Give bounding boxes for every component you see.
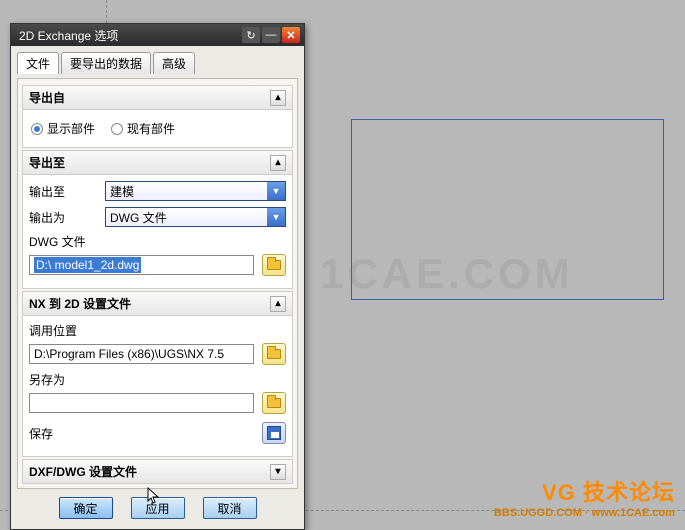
tab-file[interactable]: 文件 <box>17 52 59 74</box>
watermark: VG 技术论坛 BBS.UGGD.COM · www.1CAE.com <box>494 475 675 519</box>
output-as-select[interactable]: DWG 文件 ▼ <box>105 207 286 227</box>
folder-icon <box>267 349 281 359</box>
section-export-to-title: 导出至 <box>29 154 65 171</box>
tab-file-panel: 导出自 ▴ 显示部件 现有部件 导出至 ▴ <box>17 78 298 489</box>
output-to-select[interactable]: 建模 ▼ <box>105 181 286 201</box>
apply-button[interactable]: 应用 <box>131 497 185 519</box>
section-export-from-body: 显示部件 现有部件 <box>22 110 293 148</box>
chevron-up-icon[interactable]: ▴ <box>270 155 286 171</box>
chevron-down-icon[interactable]: ▾ <box>270 464 286 480</box>
section-nx2d-title: NX 到 2D 设置文件 <box>29 295 131 312</box>
section-export-from-header[interactable]: 导出自 ▴ <box>22 85 293 110</box>
saveas-label: 另存为 <box>29 373 65 387</box>
dialog-2d-exchange-options: 2D Exchange 选项 ↻ — ✕ 文件 要导出的数据 高级 导出自 ▴ … <box>10 23 305 530</box>
section-dxfdwg-title: DXF/DWG 设置文件 <box>29 463 137 480</box>
dialog-footer: 确定 应用 取消 <box>17 489 298 521</box>
section-nx2d-body: 调用位置 D:\Program Files (x86)\UGS\NX 7.5 另… <box>22 316 293 457</box>
dwg-file-value: D:\ model1_2d.dwg <box>34 257 141 273</box>
radio-show-part-label: 显示部件 <box>47 120 95 137</box>
output-as-label: 输出为 <box>29 209 101 226</box>
ok-button[interactable]: 确定 <box>59 497 113 519</box>
output-to-label: 输出至 <box>29 183 101 200</box>
output-to-value: 建模 <box>110 183 134 200</box>
watermark-url: BBS.UGGD.COM · www.1CAE.com <box>494 507 675 519</box>
browse-saveas-button[interactable] <box>262 392 286 414</box>
radio-current-part[interactable]: 现有部件 <box>111 120 175 137</box>
close-button[interactable]: ✕ <box>282 27 300 43</box>
reset-button[interactable]: ↻ <box>242 27 260 43</box>
browse-load-button[interactable] <box>262 343 286 365</box>
tab-export-data[interactable]: 要导出的数据 <box>61 52 151 74</box>
chevron-up-icon[interactable]: ▴ <box>270 296 286 312</box>
save-label: 保存 <box>29 425 254 442</box>
dwg-file-label: DWG 文件 <box>29 235 86 249</box>
floppy-icon <box>267 426 281 440</box>
minimize-button[interactable]: — <box>262 27 280 43</box>
chevron-down-icon: ▼ <box>267 182 285 200</box>
canvas-rectangle <box>351 119 664 300</box>
chevron-up-icon[interactable]: ▴ <box>270 90 286 106</box>
window-title: 2D Exchange 选项 <box>19 27 242 44</box>
radio-show-part[interactable]: 显示部件 <box>31 120 95 137</box>
section-export-to-header[interactable]: 导出至 ▴ <box>22 150 293 175</box>
section-export-from-title: 导出自 <box>29 89 65 106</box>
radio-icon <box>111 123 123 135</box>
tab-bar: 文件 要导出的数据 高级 <box>17 52 298 74</box>
tab-advanced[interactable]: 高级 <box>153 52 195 74</box>
radio-icon <box>31 123 43 135</box>
save-button[interactable] <box>262 422 286 444</box>
titlebar[interactable]: 2D Exchange 选项 ↻ — ✕ <box>11 24 304 46</box>
section-nx2d-header[interactable]: NX 到 2D 设置文件 ▴ <box>22 291 293 316</box>
chevron-down-icon: ▼ <box>267 208 285 226</box>
saveas-input[interactable] <box>29 393 254 413</box>
radio-current-part-label: 现有部件 <box>127 120 175 137</box>
dwg-file-input[interactable]: D:\ model1_2d.dwg <box>29 255 254 275</box>
section-dxfdwg-header[interactable]: DXF/DWG 设置文件 ▾ <box>22 459 293 484</box>
cancel-button[interactable]: 取消 <box>203 497 257 519</box>
watermark-logo: VG 技术论坛 <box>494 475 675 507</box>
folder-icon <box>267 398 281 408</box>
folder-icon <box>267 260 281 270</box>
load-location-value: D:\Program Files (x86)\UGS\NX 7.5 <box>34 347 224 361</box>
load-location-input[interactable]: D:\Program Files (x86)\UGS\NX 7.5 <box>29 344 254 364</box>
load-location-label: 调用位置 <box>29 324 77 338</box>
output-as-value: DWG 文件 <box>110 209 167 226</box>
browse-dwg-button[interactable] <box>262 254 286 276</box>
section-export-to-body: 输出至 建模 ▼ 输出为 DWG 文件 ▼ DWG 文件 <box>22 175 293 289</box>
